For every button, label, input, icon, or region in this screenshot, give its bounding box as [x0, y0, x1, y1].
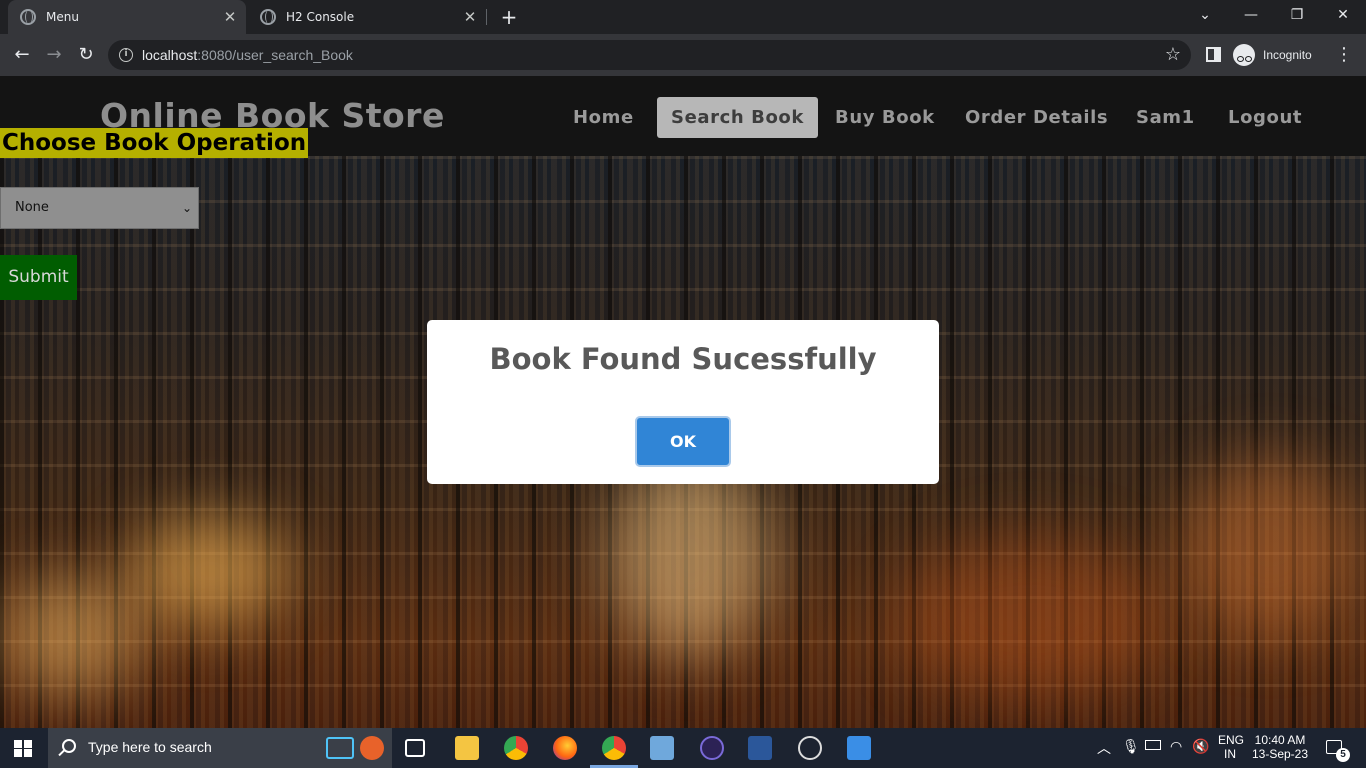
chrome-icon[interactable]	[504, 736, 528, 760]
wifi-icon[interactable]: ◠	[1170, 738, 1182, 755]
minimize-button[interactable]: —	[1228, 0, 1274, 30]
nav-user-sam1[interactable]: Sam1	[1122, 97, 1209, 138]
close-icon[interactable]: ✕	[462, 9, 478, 25]
speaker-muted-icon[interactable]: 🔇	[1192, 738, 1209, 755]
firefox-icon[interactable]	[553, 736, 577, 760]
search-icon	[62, 739, 76, 753]
web-page: Online Book Store Home Search Book Buy B…	[0, 76, 1366, 728]
nav-buy-book[interactable]: Buy Book	[821, 97, 949, 138]
clock-time: 10:40 AM	[1254, 733, 1306, 747]
reload-icon[interactable]: ↻	[73, 42, 99, 68]
more-menu-icon[interactable]: ⋮	[1334, 42, 1354, 68]
operation-heading: Choose Book Operation	[0, 128, 309, 158]
close-icon[interactable]: ✕	[222, 9, 238, 25]
windows-start-icon[interactable]	[14, 740, 32, 757]
chevron-up-icon[interactable]: ︿	[1097, 738, 1111, 758]
lamp-glow	[0, 576, 140, 696]
incognito-indicator[interactable]: Incognito	[1233, 42, 1312, 68]
photos-icon[interactable]	[847, 736, 871, 760]
globe-icon	[20, 9, 36, 25]
side-panel-icon[interactable]	[1206, 47, 1221, 62]
nav-home[interactable]: Home	[559, 97, 648, 138]
operation-select[interactable]: None ⌄	[0, 187, 199, 229]
remote-desktop-icon[interactable]	[650, 736, 674, 760]
language-indicator[interactable]: ENG IN	[1218, 733, 1245, 761]
file-explorer-icon[interactable]	[455, 736, 479, 760]
clock[interactable]: 10:40 AM 13-Sep-23	[1250, 733, 1310, 761]
window-close-button[interactable]: ✕	[1320, 0, 1366, 30]
tab-h2-console[interactable]: H2 Console ✕	[248, 0, 486, 34]
incognito-label: Incognito	[1263, 48, 1312, 62]
forward-arrow-icon[interactable]: →	[41, 42, 67, 68]
incognito-icon	[1233, 44, 1255, 66]
tab-label: Menu	[46, 10, 79, 24]
microphone-icon[interactable]: 🎙	[1122, 738, 1140, 755]
globe-icon	[260, 9, 276, 25]
address-bar[interactable]: i localhost:8080/user_search_Book ☆	[108, 40, 1191, 70]
task-view-icon[interactable]	[405, 739, 425, 757]
eclipse-icon[interactable]	[700, 736, 724, 760]
lamp-glow	[1180, 456, 1360, 636]
submit-button[interactable]: Submit	[0, 255, 77, 300]
tab-divider	[486, 9, 487, 25]
browser-tabstrip: Menu ✕ H2 Console ✕ + ⌄ — ❐ ✕	[0, 0, 1366, 34]
browser-toolbar: ← → ↻ i localhost:8080/user_search_Book …	[0, 34, 1366, 76]
nav-order-details[interactable]: Order Details	[951, 97, 1122, 138]
warm-light	[900, 536, 1160, 696]
ok-button[interactable]: OK	[635, 416, 731, 467]
bookmark-star-icon[interactable]: ☆	[1165, 44, 1181, 65]
search-highlight-icon	[322, 731, 388, 765]
url-text[interactable]: localhost:8080/user_search_Book	[142, 47, 353, 63]
operation-select-value: None	[15, 200, 49, 215]
dialog-title: Book Found Sucessfully	[489, 342, 877, 376]
region-label: IN	[1224, 747, 1236, 761]
battery-icon[interactable]	[1145, 740, 1161, 750]
tab-search-chevron-icon[interactable]: ⌄	[1182, 0, 1228, 30]
restore-button[interactable]: ❐	[1274, 0, 1320, 30]
obs-icon[interactable]	[798, 736, 822, 760]
tab-menu[interactable]: Menu ✕	[8, 0, 246, 34]
new-tab-button[interactable]: +	[498, 6, 520, 28]
lamp-glow	[610, 456, 770, 656]
chrome-incognito-icon[interactable]	[602, 736, 626, 760]
tab-label: H2 Console	[286, 10, 355, 24]
search-placeholder: Type here to search	[88, 739, 212, 755]
lamp-glow	[130, 516, 290, 626]
clock-date: 13-Sep-23	[1251, 747, 1309, 761]
language-label: ENG	[1218, 733, 1245, 747]
nav-logout[interactable]: Logout	[1214, 97, 1316, 138]
info-icon[interactable]: i	[119, 48, 133, 62]
nav-search-book[interactable]: Search Book	[657, 97, 818, 138]
word-icon[interactable]	[748, 736, 772, 760]
notification-badge: 5	[1336, 748, 1350, 762]
back-arrow-icon[interactable]: ←	[9, 42, 35, 68]
taskbar: Type here to search ︿ 🎙 ◠ 🔇 ENG IN 10:40…	[0, 728, 1366, 768]
taskbar-search[interactable]: Type here to search	[48, 728, 392, 768]
chevron-down-icon: ⌄	[181, 201, 192, 215]
